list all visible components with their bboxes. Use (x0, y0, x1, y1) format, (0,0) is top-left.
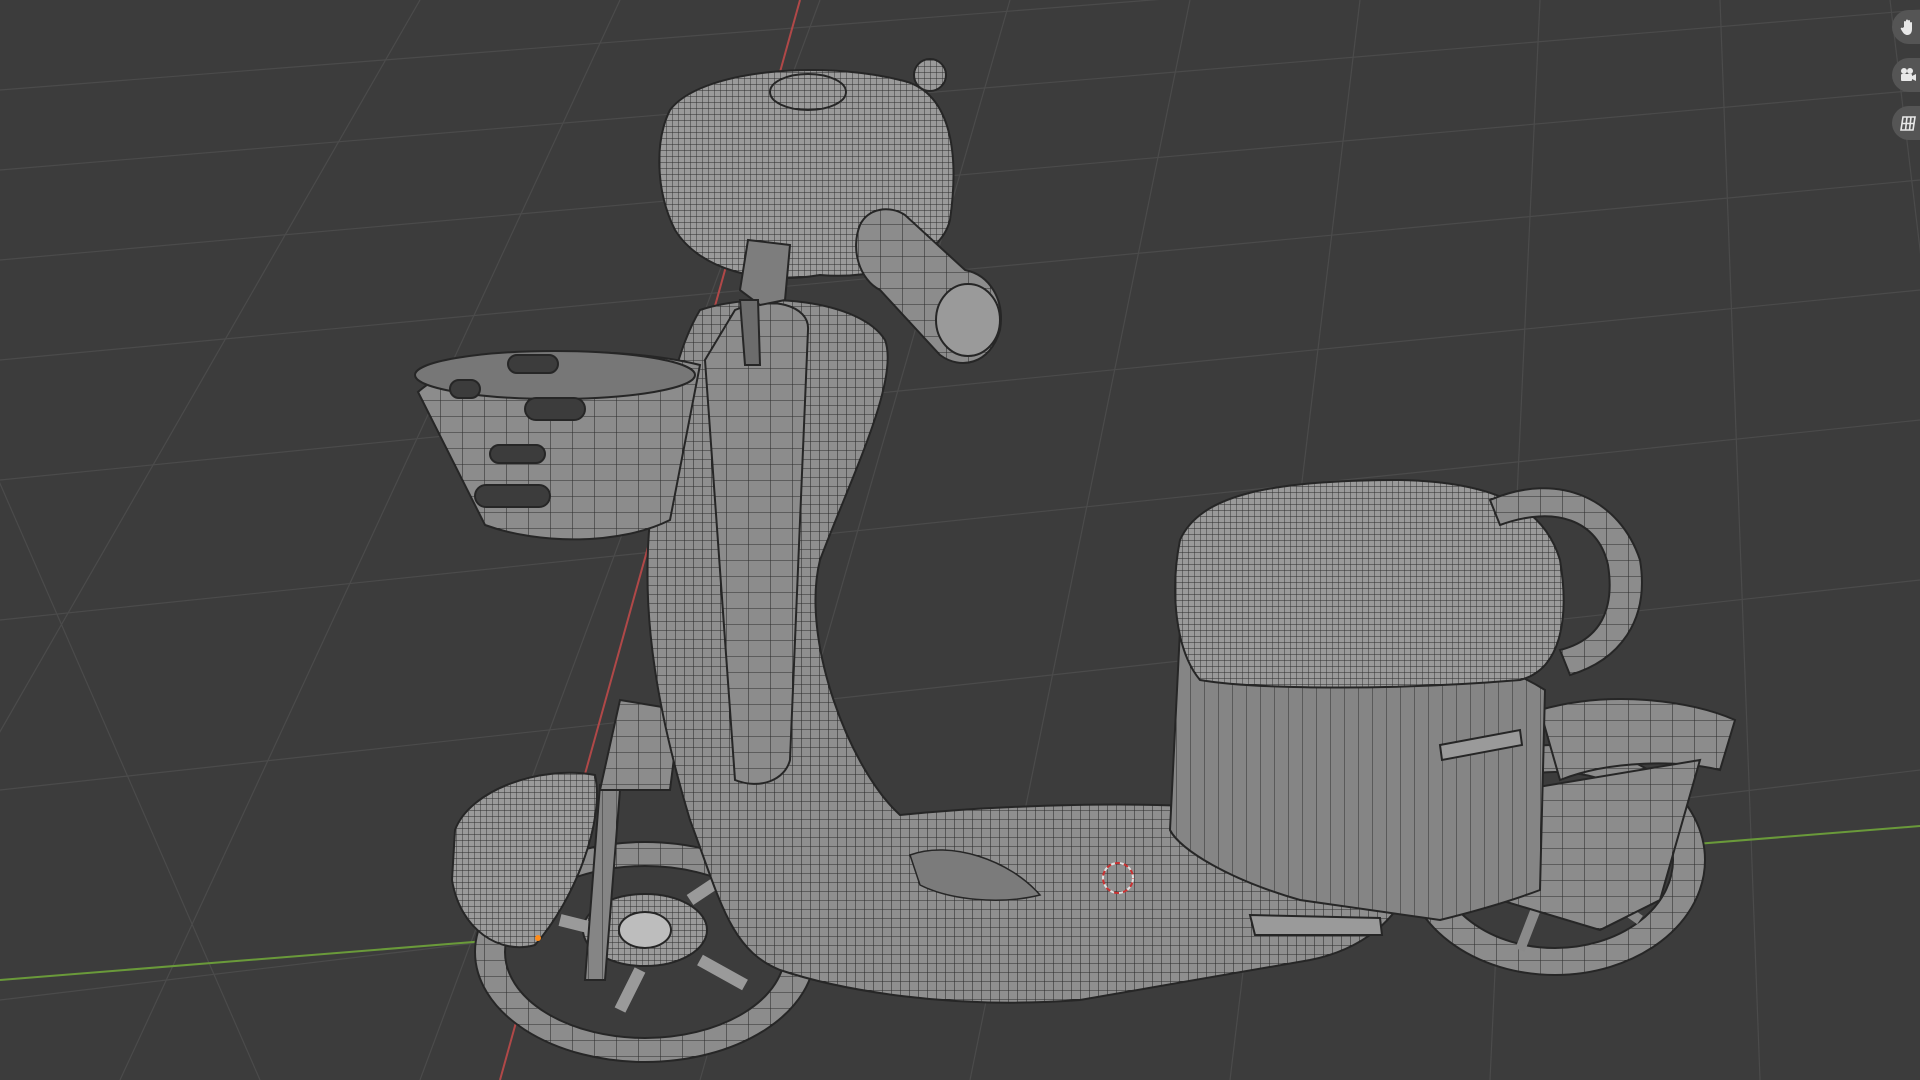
hand-icon (1900, 19, 1912, 35)
3d-viewport[interactable] (0, 0, 1920, 1080)
toggle-perspective-button[interactable] (1892, 106, 1920, 140)
camera-icon (1901, 68, 1916, 81)
pan-view-button[interactable] (1892, 10, 1920, 44)
grid-perspective-icon (1900, 116, 1916, 131)
origin-point (535, 935, 541, 941)
kickstand (1248, 913, 1384, 936)
speedometer-display (769, 73, 847, 111)
camera-view-button[interactable] (1892, 58, 1920, 92)
right-mirror-knob (913, 58, 947, 92)
viewport-canvas[interactable] (0, 0, 1920, 1080)
navigation-gizmos (1892, 10, 1920, 140)
brake-lever (738, 238, 792, 307)
front-basket (414, 350, 702, 541)
